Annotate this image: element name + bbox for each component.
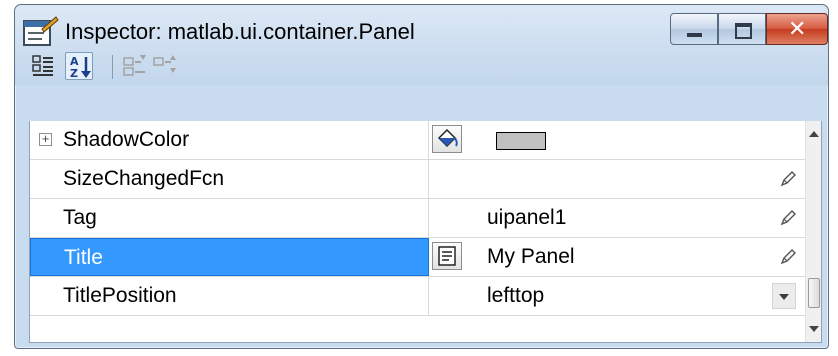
minimize-button[interactable] [670, 13, 718, 45]
text-editor-icon [438, 246, 456, 266]
text-editor-button[interactable] [432, 242, 462, 270]
color-picker-button[interactable] [432, 125, 462, 153]
expand-all-icon [123, 55, 146, 76]
scroll-up-icon[interactable] [809, 131, 819, 137]
expand-all-button[interactable] [121, 52, 149, 80]
title-bar[interactable]: Inspector: matlab.ui.container.Panel ✕ A… [15, 5, 828, 85]
property-row-title[interactable]: Title My Panel [30, 238, 805, 277]
dropdown-arrow-icon[interactable] [772, 283, 796, 309]
svg-text:Z: Z [70, 67, 78, 80]
categorized-view-icon [32, 55, 53, 76]
property-row-sizechangedfcn[interactable]: SizeChangedFcn [30, 160, 805, 199]
scrollbar-thumb[interactable] [808, 278, 820, 308]
property-name: SizeChangedFcn [30, 160, 429, 198]
maximize-button[interactable] [718, 13, 766, 45]
paint-bucket-icon [437, 128, 458, 148]
property-row-tag[interactable]: Tag uipanel1 [30, 199, 805, 238]
collapse-all-button[interactable] [151, 52, 179, 80]
toolbar: A Z [29, 52, 329, 82]
vertical-scrollbar[interactable] [805, 121, 821, 342]
close-icon: ✕ [788, 16, 807, 41]
sort-alphabetical-icon: A Z [70, 55, 91, 80]
maximize-icon [735, 23, 752, 39]
scroll-down-icon[interactable] [809, 326, 819, 332]
categorized-view-button[interactable] [29, 52, 57, 80]
collapse-all-icon [153, 55, 176, 73]
property-name: TitlePosition [30, 277, 429, 315]
property-value[interactable]: lefttop [487, 277, 544, 315]
property-name: Title [30, 238, 429, 276]
pencil-icon[interactable] [778, 208, 798, 228]
color-swatch[interactable] [496, 132, 546, 150]
pencil-icon[interactable] [778, 247, 798, 267]
toolbar-separator [112, 55, 113, 79]
property-row-shadowcolor[interactable]: + ShadowColor [30, 121, 805, 160]
close-button[interactable]: ✕ [766, 13, 828, 45]
expand-plus-icon[interactable]: + [39, 132, 52, 146]
inspector-properties-icon [23, 16, 59, 46]
property-row-titleposition[interactable]: TitlePosition lefttop [30, 277, 805, 316]
property-name: + ShadowColor [30, 121, 429, 159]
minimize-icon [687, 33, 702, 37]
property-grid: + ShadowColor SizeChangedFcn Tag uipanel… [29, 121, 822, 343]
property-name: Tag [30, 199, 429, 237]
property-value[interactable]: My Panel [487, 238, 575, 276]
property-value[interactable]: uipanel1 [487, 199, 566, 237]
inspector-window: Inspector: matlab.ui.container.Panel ✕ A… [14, 4, 829, 349]
pencil-icon[interactable] [778, 169, 798, 189]
window-title: Inspector: matlab.ui.container.Panel [65, 19, 415, 44]
sort-alphabetical-button[interactable]: A Z [65, 52, 93, 80]
